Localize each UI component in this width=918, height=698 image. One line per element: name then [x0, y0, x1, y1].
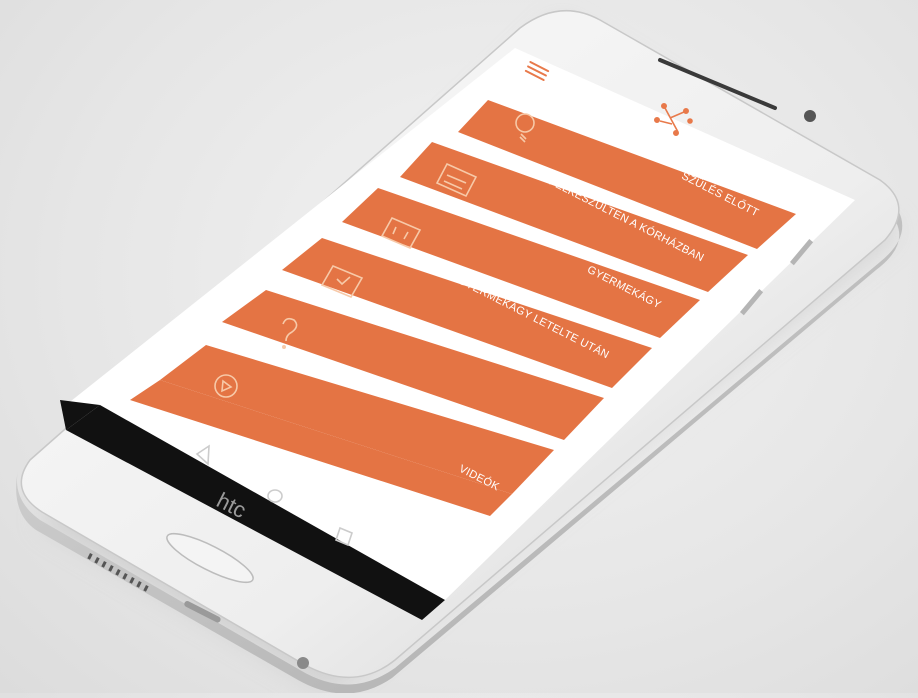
menu-item-label[interactable]: GYERMEKÁGY: [585, 264, 663, 312]
menu-item-label[interactable]: GYIK: [498, 420, 528, 443]
menu-item-label[interactable]: SZÜLÉS ELŐTT: [680, 170, 761, 219]
menu-item-label[interactable]: FELKÉSZÜLTEN A KÓRHÁZBAN: [547, 176, 706, 265]
menu-item-label[interactable]: A GYERMEKÁGY LETELTE UTÁN: [446, 270, 610, 362]
menu-labels: SZÜLÉS ELŐTT FELKÉSZÜLTEN A KÓRHÁZBAN GY…: [0, 0, 918, 693]
menu-item-label[interactable]: VIDEÓK: [457, 463, 501, 493]
